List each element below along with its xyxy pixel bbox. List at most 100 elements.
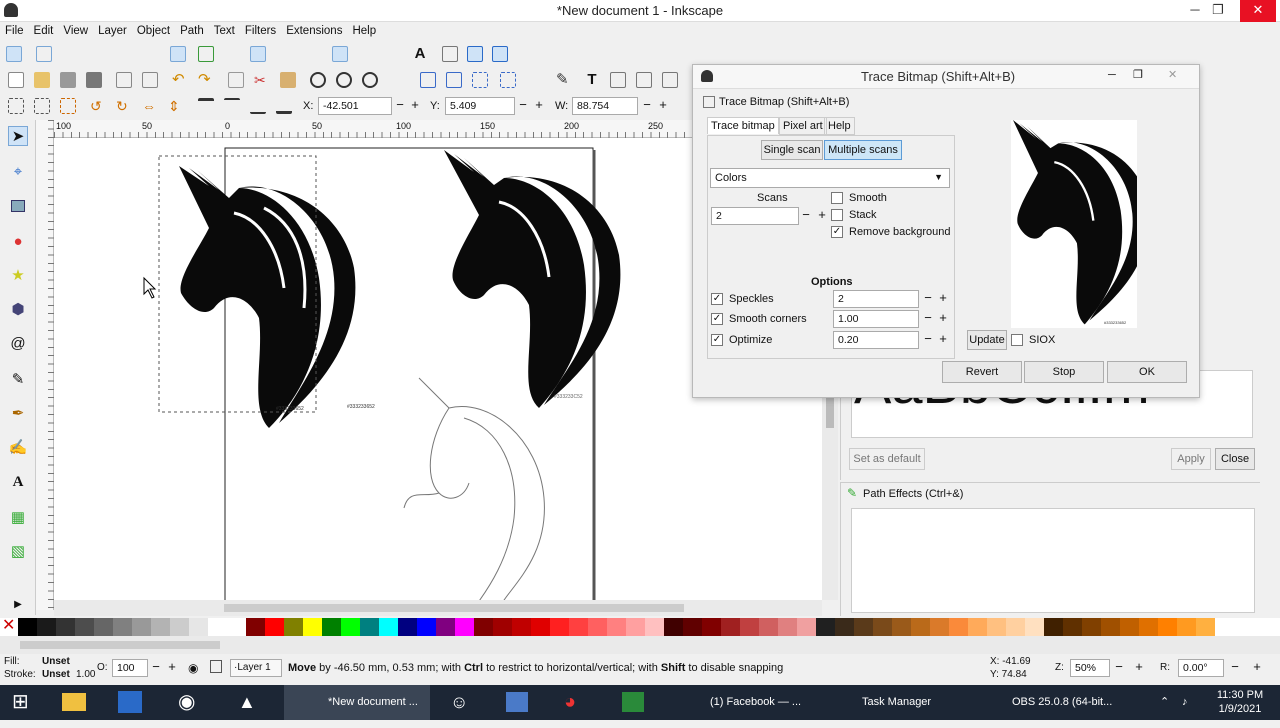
import-icon[interactable] [116,72,132,88]
3dbox-tool-icon[interactable]: ⬢ [8,300,28,320]
taskbar-task-manager[interactable]: Task Manager [828,685,968,720]
palette-swatch[interactable] [1177,618,1196,636]
palette-swatch[interactable] [94,618,113,636]
dialog-minimize-button[interactable]: ─ [1108,69,1116,81]
preferences-icon[interactable] [662,72,678,88]
tab-help[interactable]: Help [824,117,855,135]
cut-icon[interactable]: ✂ [254,72,270,88]
palette-swatch[interactable] [132,618,151,636]
lower-bottom-icon[interactable] [276,98,292,114]
layer-lock-icon[interactable] [210,660,222,673]
x-minus-button[interactable]: − [393,97,407,115]
chrome-icon[interactable]: ◕ [564,685,576,720]
deselect-icon[interactable] [60,98,76,114]
palette-swatch[interactable] [56,618,75,636]
ungroup-icon[interactable] [500,72,516,88]
menu-file[interactable]: File [0,22,29,37]
apply-button[interactable]: Apply [1171,448,1211,470]
smooth-corners-minus-button[interactable]: − [921,310,935,328]
camera-app-icon[interactable]: ◉ [178,685,195,720]
redo-icon[interactable]: ↷ [198,72,214,88]
x-plus-button[interactable]: + [408,97,422,115]
multiple-scans-button[interactable]: Multiple scans [824,140,902,160]
menu-extensions[interactable]: Extensions [281,22,347,37]
palette-swatch[interactable] [379,618,398,636]
palette-swatch[interactable] [1063,618,1082,636]
no-paint-icon[interactable]: ✕ [2,618,18,636]
text-font-icon[interactable]: T [584,72,600,88]
smooth-corners-plus-button[interactable]: + [936,310,950,328]
palette-swatch[interactable] [189,618,208,636]
revert-button[interactable]: Revert [942,361,1022,383]
menu-text[interactable]: Text [209,22,240,37]
palette-swatch[interactable] [968,618,987,636]
palette-swatch[interactable] [759,618,778,636]
smooth-corners-checkbox[interactable]: ✓ [711,313,723,325]
w-minus-button[interactable]: − [640,97,654,115]
palette-swatch[interactable] [113,618,132,636]
palette-swatch[interactable] [911,618,930,636]
gimp-icon[interactable]: ☺ [450,685,468,720]
open-icon[interactable] [34,72,50,88]
selector-tool-icon[interactable]: ➤ [8,126,28,146]
palette-swatch[interactable] [1025,618,1044,636]
palette-swatch[interactable] [398,618,417,636]
optimize-plus-button[interactable]: + [936,331,950,349]
palette-swatch[interactable] [322,618,341,636]
palette-swatch[interactable] [664,618,683,636]
scrollbar-thumb[interactable] [224,604,684,612]
palette-swatch[interactable] [588,618,607,636]
spiral-tool-icon[interactable]: @ [8,334,28,354]
optimize-checkbox[interactable]: ✓ [711,334,723,346]
menu-edit[interactable]: Edit [29,22,59,37]
palette-swatch[interactable] [835,618,854,636]
menu-object[interactable]: Object [132,22,175,37]
palette-swatch[interactable] [626,618,645,636]
palette-swatch[interactable] [417,618,436,636]
path-effects-list[interactable] [851,508,1255,613]
rotation-plus-button[interactable]: + [1250,659,1264,677]
palette-swatch[interactable] [493,618,512,636]
app-icon[interactable] [118,685,142,720]
palette-swatch[interactable] [170,618,189,636]
palette-swatch[interactable] [341,618,360,636]
rotation-input[interactable]: 0.00° [1178,659,1224,677]
palette-swatch[interactable] [1044,618,1063,636]
stop-button[interactable]: Stop [1024,361,1104,383]
palette-swatch[interactable] [75,618,94,636]
export-icon[interactable] [142,72,158,88]
rotate-cw-icon[interactable]: ↻ [116,98,132,114]
y-minus-button[interactable]: − [516,97,530,115]
taskbar-firefox-window[interactable]: (1) Facebook — ... [676,685,812,720]
siox-checkbox[interactable] [1011,334,1023,346]
new-document-icon[interactable] [8,72,24,88]
menu-path[interactable]: Path [175,22,209,37]
palette-swatch[interactable] [873,618,892,636]
menu-help[interactable]: Help [347,22,381,37]
menu-filters[interactable]: Filters [240,22,281,37]
palette-swatch[interactable] [778,618,797,636]
inkscape-taskbar-icon[interactable]: ▲ [238,685,256,720]
snap-guide-icon[interactable] [492,46,508,62]
palette-swatch[interactable] [37,618,56,636]
rotate-ccw-icon[interactable]: ↺ [90,98,106,114]
taskbar-obs[interactable]: OBS 25.0.8 (64-bit... [978,685,1116,720]
duplicate-icon[interactable] [420,72,436,88]
palette-swatch[interactable] [569,618,588,636]
palette-swatch[interactable] [987,618,1006,636]
palette-swatch[interactable] [208,618,227,636]
scans-input[interactable]: 2 [711,207,799,225]
snap-text-icon[interactable]: A [412,46,428,62]
snap-toggle-icon[interactable] [6,46,22,62]
spreadsheet-icon[interactable] [622,685,644,720]
optimize-input[interactable]: 0.20 [833,331,919,349]
palette-swatch[interactable] [303,618,322,636]
y-plus-button[interactable]: + [532,97,546,115]
close-panel-button[interactable]: Close [1215,448,1255,470]
palette-swatch[interactable] [721,618,740,636]
snap-smooth-icon[interactable] [250,46,266,62]
raise-top-icon[interactable] [198,98,214,114]
palette-swatch[interactable] [1082,618,1101,636]
palette-swatch[interactable] [930,618,949,636]
eraser-tool-icon[interactable]: ▧ [8,542,28,562]
